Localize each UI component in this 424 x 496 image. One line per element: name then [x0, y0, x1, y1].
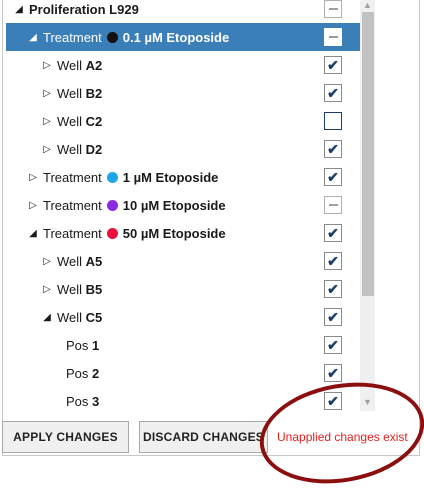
collapsed-arrow-icon[interactable]: ▷: [41, 256, 53, 267]
tree-row[interactable]: ◢ Well C5 ✔: [6, 303, 360, 331]
row-name: 10 µM Etoposide: [122, 197, 226, 213]
tree-row[interactable]: ▷ Treatment 10 µM Etoposide: [6, 191, 360, 219]
checked-checkbox[interactable]: ✔: [324, 308, 342, 326]
expanded-arrow-icon[interactable]: ◢: [13, 4, 25, 15]
tree-row[interactable]: ◢ Treatment 50 µM Etoposide ✔: [6, 219, 360, 247]
expanded-arrow-icon[interactable]: ◢: [27, 228, 39, 239]
collapsed-arrow-icon[interactable]: ▷: [41, 88, 53, 99]
checked-checkbox[interactable]: ✔: [324, 364, 342, 382]
tree-row[interactable]: ▷ Well B5 ✔: [6, 275, 360, 303]
expanded-arrow-icon[interactable]: ◢: [27, 32, 39, 43]
row-name: Proliferation L929: [29, 1, 139, 17]
row-name: B5: [85, 281, 103, 297]
row-name: C5: [85, 309, 103, 325]
collapsed-arrow-icon[interactable]: ▷: [27, 172, 39, 183]
row-type-label: Well: [57, 141, 83, 157]
checked-checkbox[interactable]: ✔: [324, 168, 342, 186]
expanded-arrow-icon[interactable]: ◢: [41, 312, 53, 323]
collapsed-arrow-icon[interactable]: ▷: [41, 284, 53, 295]
row-name: D2: [85, 141, 103, 157]
checked-checkbox[interactable]: ✔: [324, 140, 342, 158]
tree-row[interactable]: ▷ Well C2: [6, 107, 360, 135]
collapsed-arrow-icon[interactable]: ▷: [41, 144, 53, 155]
treatment-color-dot: [106, 227, 118, 239]
tree-row[interactable]: Pos 2 ✔: [6, 359, 360, 387]
unchecked-checkbox[interactable]: [324, 112, 342, 130]
row-type-label: Pos: [66, 337, 89, 353]
collapsed-arrow-icon[interactable]: ▷: [41, 60, 53, 71]
indeterminate-checkbox[interactable]: [324, 196, 342, 214]
tree-row[interactable]: ▷ Well A5 ✔: [6, 247, 360, 275]
row-name: 1: [92, 337, 100, 353]
scrollbar-thumb[interactable]: [362, 12, 374, 296]
checked-checkbox[interactable]: ✔: [324, 252, 342, 270]
row-name: A5: [85, 253, 103, 269]
row-type-label: Treatment: [43, 225, 102, 241]
row-type-label: Well: [57, 309, 83, 325]
checked-checkbox[interactable]: ✔: [324, 84, 342, 102]
row-name: C2: [85, 113, 103, 129]
treatment-color-dot: [106, 199, 118, 211]
checked-checkbox[interactable]: ✔: [324, 56, 342, 74]
discard-changes-button[interactable]: DISCARD CHANGES: [139, 421, 268, 453]
row-name: 1 µM Etoposide: [122, 169, 219, 185]
row-type-label: Pos: [66, 393, 89, 409]
tree-row[interactable]: ▷ Well D2 ✔: [6, 135, 360, 163]
apply-changes-button[interactable]: APPLY CHANGES: [2, 421, 129, 453]
checked-checkbox[interactable]: ✔: [324, 224, 342, 242]
tree-row[interactable]: Pos 1 ✔: [6, 331, 360, 359]
row-type-label: Pos: [66, 365, 89, 381]
tree-row[interactable]: ◢ Proliferation L929: [6, 0, 360, 23]
row-name: B2: [85, 85, 103, 101]
checked-checkbox[interactable]: ✔: [324, 336, 342, 354]
tree-row[interactable]: ▷ Well B2 ✔: [6, 79, 360, 107]
tree-row[interactable]: ▷ Treatment 1 µM Etoposide ✔: [6, 163, 360, 191]
row-type-label: Treatment: [43, 29, 102, 45]
row-name: 3: [92, 393, 100, 409]
row-type-label: Treatment: [43, 169, 102, 185]
tree-row[interactable]: ▷ Well A2 ✔: [6, 51, 360, 79]
row-name: A2: [85, 57, 103, 73]
row-name: 50 µM Etoposide: [122, 225, 226, 241]
row-type-label: Well: [57, 281, 83, 297]
indeterminate-checkbox[interactable]: [324, 0, 342, 18]
scroll-up-icon[interactable]: ▲: [363, 0, 372, 10]
tree-row[interactable]: ◢ Treatment 0.1 µM Etoposide: [6, 23, 360, 51]
experiment-tree: ◢ Proliferation L929 ◢ Treatment 0.1 µM Etop…: [6, 0, 360, 411]
indeterminate-checkbox[interactable]: [324, 28, 342, 46]
row-type-label: Well: [57, 85, 83, 101]
treatment-color-dot: [106, 171, 118, 183]
row-type-label: Treatment: [43, 197, 102, 213]
collapsed-arrow-icon[interactable]: ▷: [27, 200, 39, 211]
row-type-label: Well: [57, 57, 83, 73]
checked-checkbox[interactable]: ✔: [324, 280, 342, 298]
collapsed-arrow-icon[interactable]: ▷: [41, 116, 53, 127]
row-name: 2: [92, 365, 100, 381]
treatment-color-dot: [106, 31, 118, 43]
row-type-label: Well: [57, 113, 83, 129]
row-type-label: Well: [57, 253, 83, 269]
row-name: 0.1 µM Etoposide: [122, 29, 230, 45]
